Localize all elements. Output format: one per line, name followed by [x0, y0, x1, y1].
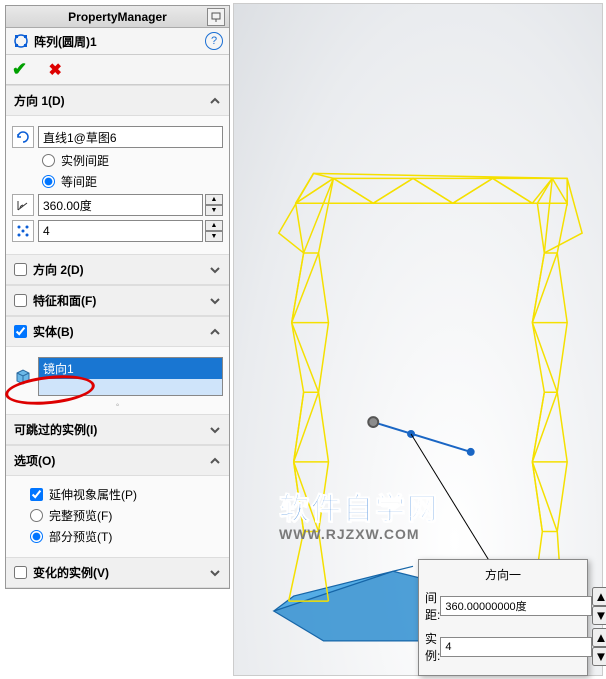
radio-instance-spacing[interactable] — [42, 154, 55, 167]
reverse-direction-icon[interactable] — [12, 126, 34, 148]
chevron-down-icon — [209, 567, 221, 579]
count-icon — [12, 220, 34, 242]
popup-spacing-down[interactable]: ▼ — [592, 606, 606, 625]
section-bodies-title: 实体(B) — [33, 323, 74, 340]
chevron-up-icon — [209, 95, 221, 107]
circular-pattern-icon — [12, 32, 30, 50]
direction2-checkbox[interactable] — [14, 263, 27, 276]
bodies-list[interactable]: 镜向1 — [38, 357, 223, 396]
count-input[interactable] — [38, 220, 203, 242]
extend-visual-checkbox[interactable] — [30, 488, 43, 501]
section-features-faces-title: 特征和面(F) — [33, 292, 96, 309]
section-options-title: 选项(O) — [14, 452, 55, 469]
bodies-list-empty[interactable] — [39, 379, 222, 395]
angle-input[interactable] — [38, 194, 203, 216]
section-varied-title: 变化的实例(V) — [33, 564, 109, 581]
angle-up[interactable]: ▲ — [205, 194, 223, 205]
popup-spacing-input[interactable] — [440, 596, 592, 616]
pm-title: PropertyManager — [68, 10, 167, 24]
popup-count-input[interactable] — [440, 637, 592, 657]
features-faces-checkbox[interactable] — [14, 294, 27, 307]
chevron-down-icon — [209, 264, 221, 276]
pin-button[interactable] — [207, 8, 225, 26]
section-direction1-body: 实例间距 等间距 ▲▼ ▲▼ — [6, 116, 229, 254]
section-bodies-body: 镜向1 ◦ — [6, 347, 229, 414]
radio-equal-spacing[interactable] — [42, 175, 55, 188]
extend-visual-label: 延伸视象属性(P) — [49, 486, 137, 503]
graphics-viewport[interactable]: 软件自学网 WWW.RJZXW.COM 方向一 间距: ▲▼ 实例: ▲▼ — [233, 3, 603, 676]
chevron-up-icon — [209, 326, 221, 338]
chevron-down-icon — [209, 295, 221, 307]
section-direction2-title: 方向 2(D) — [33, 261, 84, 278]
section-skippable-title: 可跳过的实例(I) — [14, 421, 97, 438]
count-up[interactable]: ▲ — [205, 220, 223, 231]
section-direction1-head[interactable]: 方向 1(D) — [6, 85, 229, 116]
section-direction2-head[interactable]: 方向 2(D) — [6, 254, 229, 285]
section-options-body: 延伸视象属性(P) 完整预览(F) 部分预览(T) — [6, 476, 229, 557]
section-skippable-head[interactable]: 可跳过的实例(I) — [6, 414, 229, 445]
popup-title: 方向一 — [425, 566, 581, 583]
help-icon[interactable]: ? — [205, 32, 223, 50]
axis-input[interactable] — [38, 126, 223, 148]
section-varied-head[interactable]: 变化的实例(V) — [6, 557, 229, 588]
body-icon — [12, 366, 34, 388]
feature-row: 阵列(圆周)1 ? — [6, 28, 229, 55]
confirm-row: ✔ ✖ — [6, 55, 229, 85]
section-direction1-title: 方向 1(D) — [14, 92, 65, 109]
section-resize-handle[interactable]: ◦ — [12, 400, 223, 406]
ok-button[interactable]: ✔ — [12, 59, 27, 79]
popup-count-down[interactable]: ▼ — [592, 647, 606, 666]
radio-instance-spacing-label: 实例间距 — [61, 152, 109, 169]
popup-spacing-up[interactable]: ▲ — [592, 587, 606, 606]
bodies-list-item[interactable]: 镜向1 — [39, 358, 222, 379]
varied-checkbox[interactable] — [14, 566, 27, 579]
section-features-faces-head[interactable]: 特征和面(F) — [6, 285, 229, 316]
popup-count-up[interactable]: ▲ — [592, 628, 606, 647]
count-down[interactable]: ▼ — [205, 231, 223, 242]
feature-name: 阵列(圆周)1 — [34, 33, 205, 50]
direction-popup[interactable]: 方向一 间距: ▲▼ 实例: ▲▼ — [418, 559, 588, 676]
full-preview-radio[interactable] — [30, 509, 43, 522]
angle-icon — [12, 194, 34, 216]
full-preview-label: 完整预览(F) — [49, 507, 112, 524]
bodies-checkbox[interactable] — [14, 325, 27, 338]
angle-down[interactable]: ▼ — [205, 205, 223, 216]
popup-spacing-label: 间距: — [425, 589, 440, 623]
section-options-head[interactable]: 选项(O) — [6, 445, 229, 476]
partial-preview-label: 部分预览(T) — [49, 528, 112, 545]
cancel-button[interactable]: ✖ — [48, 62, 61, 79]
pm-header: PropertyManager — [6, 6, 229, 28]
popup-count-label: 实例: — [425, 630, 440, 664]
chevron-down-icon — [209, 424, 221, 436]
chevron-up-icon — [209, 455, 221, 467]
property-manager-panel: PropertyManager 阵列(圆周)1 ? ✔ ✖ 方向 1(D) 实例… — [5, 5, 230, 589]
partial-preview-radio[interactable] — [30, 530, 43, 543]
radio-equal-spacing-label: 等间距 — [61, 173, 97, 190]
section-bodies-head[interactable]: 实体(B) — [6, 316, 229, 347]
